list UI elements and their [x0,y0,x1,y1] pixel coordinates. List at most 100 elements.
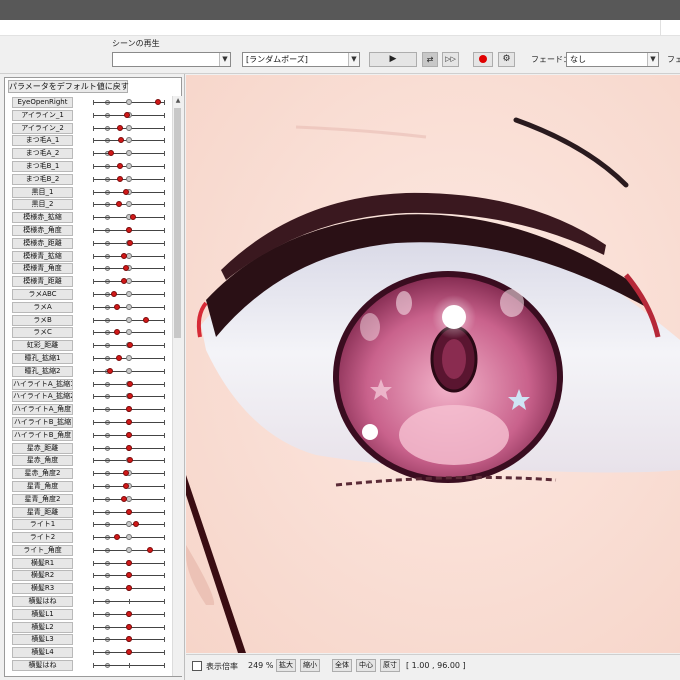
slider-knob[interactable] [132,521,139,528]
slider-knob[interactable] [146,546,153,553]
scroll-up-icon[interactable]: ▲ [173,96,183,106]
play-button[interactable]: ▶ [369,52,417,67]
parameter-slider[interactable] [93,354,165,361]
slider-knob[interactable] [125,585,132,592]
slider-knob[interactable] [125,572,132,579]
slider-knob[interactable] [114,534,121,541]
slider-knob[interactable] [114,329,121,336]
slider-knob[interactable] [116,162,123,169]
slider-knob[interactable] [125,508,132,515]
parameter-slider[interactable] [93,585,165,592]
slider-knob[interactable] [125,623,132,630]
slider-knob[interactable] [121,495,128,502]
parameter-slider[interactable] [93,623,165,630]
slider-knob[interactable] [126,342,133,349]
parameter-slider[interactable] [93,495,165,502]
zoom-out-button[interactable]: 縮小 [300,659,320,672]
scrollbar-thumb[interactable] [174,108,181,338]
scene-select[interactable]: ▼ [112,52,231,67]
slider-knob[interactable] [125,431,132,438]
parameter-slider[interactable] [93,406,165,413]
slider-knob[interactable] [125,636,132,643]
zoom-in-button[interactable]: 拡大 [276,659,296,672]
slider-knob[interactable] [115,201,122,208]
slider-knob[interactable] [114,303,121,310]
parameter-slider[interactable] [93,610,165,617]
parameter-slider[interactable] [93,470,165,477]
parameter-slider[interactable] [93,559,165,566]
parameter-slider[interactable] [93,150,165,157]
actual-size-button[interactable]: 原寸 [380,659,400,672]
slider-knob[interactable] [116,124,123,131]
parameter-slider[interactable] [93,265,165,272]
parameter-slider[interactable] [93,226,165,233]
slider-knob[interactable] [115,354,122,361]
parameter-slider[interactable] [93,457,165,464]
slider-knob[interactable] [126,380,133,387]
parameter-slider[interactable] [93,342,165,349]
parameter-slider[interactable] [93,188,165,195]
parameter-slider[interactable] [93,124,165,131]
slider-knob[interactable] [111,290,118,297]
slider-knob[interactable] [142,316,149,323]
parameter-slider[interactable] [93,201,165,208]
slider-knob[interactable] [125,444,132,451]
parameter-slider[interactable] [93,534,165,541]
window-control[interactable] [660,20,680,36]
slider-knob[interactable] [122,188,129,195]
slider-knob[interactable] [126,393,133,400]
slider-knob[interactable] [126,457,133,464]
parameter-slider[interactable] [93,599,165,605]
parameter-slider[interactable] [93,290,165,297]
slider-knob[interactable] [122,470,129,477]
slider-knob[interactable] [108,150,115,157]
slider-knob[interactable] [125,610,132,617]
parameter-slider[interactable] [93,329,165,336]
reset-parameters-button[interactable]: パラメータをデフォルト値に戻す [8,80,129,93]
parameter-slider[interactable] [93,278,165,285]
parameter-slider[interactable] [93,252,165,259]
slider-knob[interactable] [125,418,132,425]
slider-knob[interactable] [125,559,132,566]
slider-knob[interactable] [125,649,132,656]
loop-toggle[interactable]: ⇄ [422,52,438,67]
slider-knob[interactable] [155,99,162,105]
parameter-slider[interactable] [93,162,165,169]
slider-knob[interactable] [129,214,136,221]
parameter-slider[interactable] [93,636,165,643]
parameter-slider[interactable] [93,316,165,323]
fit-all-button[interactable]: 全体 [332,659,352,672]
parameter-slider[interactable] [93,175,165,182]
parameter-scrollbar[interactable]: ▲ [172,96,182,676]
parameter-slider[interactable] [93,418,165,425]
settings-button[interactable]: ⚙ [498,52,515,67]
pose-select[interactable]: [ランダムポーズ] ▼ [242,52,360,67]
parameter-slider[interactable] [93,482,165,489]
slider-knob[interactable] [116,175,123,182]
parameter-slider[interactable] [93,111,165,118]
model-canvas[interactable] [186,75,680,653]
slider-knob[interactable] [122,482,129,489]
slider-knob[interactable] [125,226,132,233]
parameter-slider[interactable] [93,214,165,221]
slider-knob[interactable] [121,252,128,259]
parameter-slider[interactable] [93,521,165,528]
parameter-slider[interactable] [93,508,165,515]
skip-forward-button[interactable]: ▷▷ [442,52,459,67]
slider-knob[interactable] [125,406,132,413]
parameter-slider[interactable] [93,572,165,579]
slider-knob[interactable] [126,239,133,246]
slider-knob[interactable] [118,137,125,144]
center-button[interactable]: 中心 [356,659,376,672]
record-button[interactable] [473,52,493,67]
fade-select[interactable]: なし ▼ [566,52,659,67]
slider-knob[interactable] [107,367,114,374]
parameter-slider[interactable] [93,99,165,105]
parameter-slider[interactable] [93,239,165,246]
parameter-slider[interactable] [93,303,165,310]
parameter-slider[interactable] [93,393,165,400]
parameter-slider[interactable] [93,546,165,553]
display-scale-checkbox[interactable] [192,661,202,671]
parameter-slider[interactable] [93,444,165,451]
parameter-slider[interactable] [93,649,165,656]
